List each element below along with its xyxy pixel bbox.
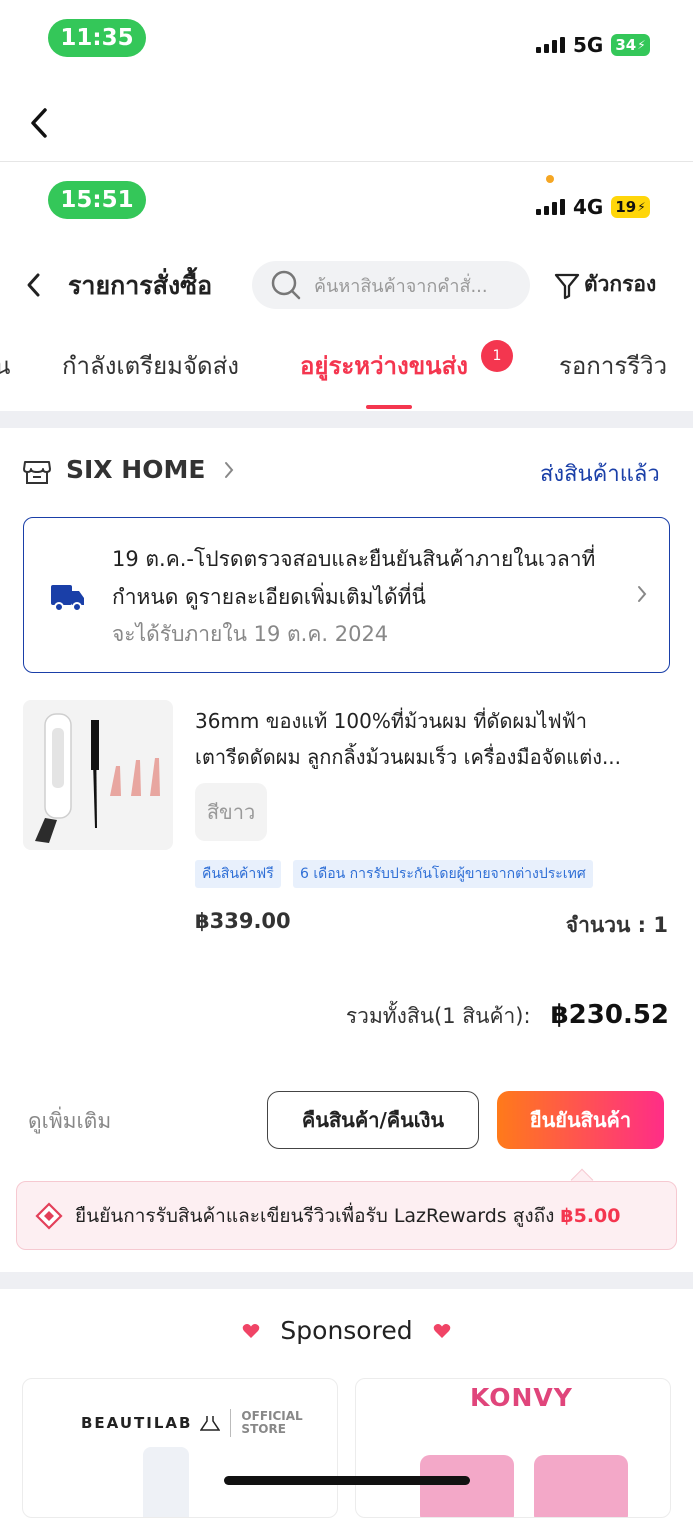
reward-banner[interactable]: ยืนยันการรับสินค้าและเขียนรีวิวเพื่อรับ … (16, 1181, 677, 1250)
sponsored-card[interactable]: KONVY (355, 1378, 671, 1518)
delivery-eta: จะได้รับภายใน 19 ต.ค. 2024 (112, 622, 389, 646)
page-title: รายการสั่งซื้อ (68, 271, 213, 300)
free-return-tag: คืนสินค้าฟรี (195, 860, 281, 888)
official-store-label: STORE (241, 1422, 286, 1436)
tab-to-review[interactable]: รอการรีวิว (559, 346, 667, 385)
search-input[interactable]: ค้นหาสินค้าจากคำสั่... (314, 271, 488, 300)
see-more-link[interactable]: ดูเพิ่มเติม (28, 1105, 111, 1138)
tab-preparing[interactable]: กำลังเตรียมจัดส่ง (62, 346, 239, 385)
brand-logo: KONVY (470, 1383, 573, 1412)
shop-link[interactable]: SIX HOME (66, 455, 235, 484)
section-separator (0, 1272, 693, 1289)
brand-name: BEAUTILAB (81, 1414, 193, 1432)
search-icon (271, 270, 301, 300)
flask-icon (200, 1416, 221, 1431)
order-total-label: รวมทั้งสิน(1 สินค้า): (345, 1004, 531, 1028)
product-variant: สีขาว (195, 783, 267, 841)
signal-icon (536, 37, 565, 53)
home-indicator (224, 1476, 470, 1485)
chevron-left-icon (31, 108, 47, 138)
product-thumbnail (143, 1447, 189, 1517)
product-title-line1[interactable]: 36mm ของแท้ 100%ที่ม้วนผม ที่ดัดผมไฟฟ้า (195, 705, 587, 737)
outer-status-right: 5G 34 ⚡ (536, 33, 650, 57)
order-total-row: รวมทั้งสิน(1 สินค้า): ฿230.52 (346, 1000, 669, 1033)
chevron-left-icon (27, 273, 40, 297)
product-title-line2[interactable]: เตารีดดัดผม ลูกกลิ้งม้วนผมเร็ว เครื่องมื… (195, 741, 621, 773)
reward-amount: ฿5.00 (560, 1204, 621, 1227)
brand-logo: BEAUTILAB OFFICIAL STORE (81, 1409, 303, 1437)
store-icon (22, 458, 52, 490)
shop-name: SIX HOME (66, 455, 206, 484)
product-thumbnail (534, 1455, 628, 1517)
tab-in-transit[interactable]: อยู่ระหว่างขนส่ง (300, 346, 468, 385)
filter-icon (554, 273, 580, 299)
product-image[interactable] (23, 700, 173, 850)
active-tab-indicator (366, 405, 412, 409)
truck-icon (50, 580, 86, 618)
shipment-status: ส่งสินค้าแล้ว (540, 462, 660, 487)
header-back-button[interactable] (24, 270, 44, 304)
nav-divider (0, 161, 693, 162)
chevron-right-icon (636, 584, 648, 608)
delivery-text-line2: กำหนด ดูรายละเอียดเพิ่มเติมได้ที่นี่ (112, 585, 426, 609)
chevron-right-icon (225, 461, 234, 478)
battery-level: 34 (615, 36, 637, 54)
search-bar[interactable]: ค้นหาสินค้าจากคำสั่... (252, 261, 530, 309)
heart-icon (433, 1323, 450, 1338)
sponsored-card[interactable]: BEAUTILAB OFFICIAL STORE (22, 1378, 338, 1518)
signal-icon (536, 199, 565, 215)
reward-icon (35, 1201, 63, 1230)
order-total-amount: ฿230.52 (550, 1000, 669, 1030)
inner-status-time: 15:51 (48, 181, 146, 219)
refund-button[interactable]: คืนสินค้า/คืนเงิน (267, 1091, 479, 1149)
inner-network-label: 4G (573, 195, 604, 219)
filter-label: ตัวกรอง (584, 272, 657, 296)
sponsored-title: Sponsored (280, 1316, 413, 1345)
tab-partial[interactable]: น (0, 346, 10, 385)
back-button[interactable] (24, 104, 58, 142)
sponsored-header: Sponsored (0, 1316, 693, 1345)
battery-icon: 19 ⚡ (611, 196, 650, 218)
section-separator (0, 411, 693, 428)
confirm-receipt-button[interactable]: ยืนยันสินค้า (497, 1091, 664, 1149)
warranty-tag: 6 เดือน การรับประกันโดยผู้ขายจากต่างประเ… (293, 860, 593, 888)
inner-status-right: 4G 19 ⚡ (536, 195, 650, 219)
filter-button[interactable]: ตัวกรอง (553, 268, 656, 301)
delivery-text-line1: 19 ต.ค.-โปรดตรวจสอบและยืนยันสินค้าภายในเ… (112, 547, 596, 571)
battery-level: 19 (615, 198, 637, 216)
orange-dot (546, 175, 554, 183)
battery-icon: 34 ⚡ (611, 34, 650, 56)
outer-status-time: 11:35 (48, 19, 146, 57)
product-quantity: จำนวน : 1 (565, 913, 668, 937)
reward-text: ยืนยันการรับสินค้าและเขียนรีวิวเพื่อรับ … (75, 1204, 555, 1227)
tab-badge: 1 (481, 340, 513, 372)
product-thumbnail (420, 1455, 514, 1517)
outer-network-label: 5G (573, 33, 604, 57)
product-price: ฿339.00 (195, 909, 291, 933)
heart-icon (243, 1323, 260, 1338)
